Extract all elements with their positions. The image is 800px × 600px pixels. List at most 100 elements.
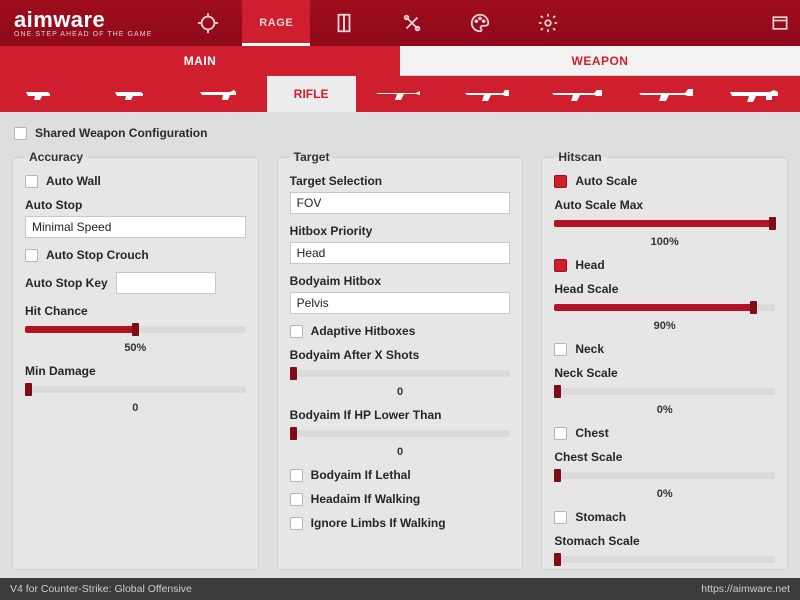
- autowall-checkbox[interactable]: [25, 175, 38, 188]
- hs-chest-row[interactable]: Chest: [554, 426, 775, 440]
- panel-target-legend: Target: [290, 150, 334, 164]
- footer-right[interactable]: https://aimware.net: [701, 583, 790, 595]
- shared-config-label: Shared Weapon Configuration: [35, 126, 207, 140]
- headaim-walking-label: Headaim If Walking: [311, 492, 421, 506]
- weapon-lmg[interactable]: [711, 76, 800, 112]
- autostop-select[interactable]: Minimal Speed: [25, 216, 246, 238]
- autoscale-label: Auto Scale: [575, 174, 637, 188]
- autowall-label: Auto Wall: [46, 174, 101, 188]
- hs-neck-row[interactable]: Neck: [554, 342, 775, 356]
- weapon-pistol[interactable]: [0, 76, 89, 112]
- headaim-walking-row[interactable]: Headaim If Walking: [290, 492, 511, 506]
- weapon-rifle[interactable]: RIFLE: [267, 76, 356, 112]
- smg-icon: [198, 86, 246, 102]
- nav-skins[interactable]: [446, 0, 514, 46]
- adaptive-hitboxes-row[interactable]: Adaptive Hitboxes: [290, 324, 511, 338]
- bodyaim-after-x-slider[interactable]: [290, 366, 511, 386]
- autostop-crouch-checkbox[interactable]: [25, 249, 38, 262]
- weapon-heavy-pistol[interactable]: [89, 76, 178, 112]
- mindmg-slider[interactable]: [25, 382, 246, 402]
- hs-chest-label: Chest: [575, 426, 608, 440]
- chest-scale-value: 0%: [554, 488, 775, 500]
- autoscale-max-label: Auto Scale Max: [554, 198, 775, 212]
- lmg-icon: [728, 86, 784, 102]
- weapon-smg[interactable]: [178, 76, 267, 112]
- titlebar: aimware ONE STEP AHEAD OF THE GAME RAGE: [0, 0, 800, 46]
- auto-sniper-icon: [550, 86, 606, 102]
- autowall-row[interactable]: Auto Wall: [25, 174, 246, 188]
- weapon-awp[interactable]: [622, 76, 711, 112]
- bodyaim-after-x-label: Bodyaim After X Shots: [290, 348, 511, 362]
- app-window: aimware ONE STEP AHEAD OF THE GAME RAGE: [0, 0, 800, 600]
- subtab-main[interactable]: MAIN: [0, 46, 400, 76]
- brand-tagline: ONE STEP AHEAD OF THE GAME: [14, 31, 152, 38]
- neck-scale-label: Neck Scale: [554, 366, 775, 380]
- panel-hitscan-legend: Hitscan: [554, 150, 605, 164]
- bodyaim-hp-lower-value: 0: [290, 446, 511, 458]
- nav-visuals[interactable]: [310, 0, 378, 46]
- ignore-limbs-checkbox[interactable]: [290, 517, 303, 530]
- bodyaim-lethal-label: Bodyaim If Lethal: [311, 468, 411, 482]
- autostop-crouch-row[interactable]: Auto Stop Crouch: [25, 248, 246, 262]
- panel-icon: [333, 12, 355, 34]
- columns: Accuracy Auto Wall Auto Stop Minimal Spe…: [12, 150, 788, 570]
- subtab-bar: MAIN WEAPON: [0, 46, 800, 76]
- hs-head-label: Head: [575, 258, 604, 272]
- panel-accuracy-legend: Accuracy: [25, 150, 87, 164]
- weapon-category-bar: RIFLE: [0, 76, 800, 112]
- autostop-label: Auto Stop: [25, 198, 246, 212]
- subtab-weapon[interactable]: WEAPON: [400, 46, 800, 76]
- hs-neck-label: Neck: [575, 342, 604, 356]
- hitbox-priority-select[interactable]: Head: [290, 242, 511, 264]
- neck-scale-value: 0%: [554, 404, 775, 416]
- awp-icon: [637, 86, 697, 102]
- hs-head-checkbox[interactable]: [554, 259, 567, 272]
- shotgun-icon: [374, 86, 426, 102]
- chest-scale-label: Chest Scale: [554, 450, 775, 464]
- bodyaim-lethal-row[interactable]: Bodyaim If Lethal: [290, 468, 511, 482]
- nav-misc[interactable]: [378, 0, 446, 46]
- hs-stomach-label: Stomach: [575, 510, 626, 524]
- ignore-limbs-row[interactable]: Ignore Limbs If Walking: [290, 516, 511, 530]
- hs-stomach-row[interactable]: Stomach: [554, 510, 775, 524]
- nav-settings[interactable]: [514, 0, 582, 46]
- pistol-icon: [24, 86, 64, 102]
- hs-stomach-checkbox[interactable]: [554, 511, 567, 524]
- nav-legit[interactable]: [174, 0, 242, 46]
- adaptive-hitboxes-label: Adaptive Hitboxes: [311, 324, 416, 338]
- adaptive-hitboxes-checkbox[interactable]: [290, 325, 303, 338]
- autoscale-checkbox[interactable]: [554, 175, 567, 188]
- neck-scale-slider[interactable]: [554, 384, 775, 404]
- chest-scale-slider[interactable]: [554, 468, 775, 488]
- bodyaim-lethal-checkbox[interactable]: [290, 469, 303, 482]
- footer: V4 for Counter-Strike: Global Offensive …: [0, 578, 800, 600]
- hs-head-row[interactable]: Head: [554, 258, 775, 272]
- autostop-key-input[interactable]: [116, 272, 216, 294]
- nav-rage[interactable]: RAGE: [242, 0, 310, 46]
- window-toggle-button[interactable]: [760, 13, 800, 33]
- shared-config-checkbox[interactable]: [14, 127, 27, 140]
- content-area: Shared Weapon Configuration Accuracy Aut…: [0, 112, 800, 578]
- ignore-limbs-label: Ignore Limbs If Walking: [311, 516, 446, 530]
- hitchance-slider[interactable]: [25, 322, 246, 342]
- target-selection-select[interactable]: FOV: [290, 192, 511, 214]
- weapon-scout[interactable]: [444, 76, 533, 112]
- stomach-scale-slider[interactable]: [554, 552, 775, 570]
- autoscale-max-slider[interactable]: [554, 216, 775, 236]
- bodyaim-hp-lower-slider[interactable]: [290, 426, 511, 446]
- window-icon: [770, 13, 790, 33]
- weapon-rifle-label: RIFLE: [294, 87, 329, 101]
- head-scale-slider[interactable]: [554, 300, 775, 320]
- headaim-walking-checkbox[interactable]: [290, 493, 303, 506]
- hs-neck-checkbox[interactable]: [554, 343, 567, 356]
- head-scale-value: 90%: [554, 320, 775, 332]
- heavy-pistol-icon: [113, 86, 153, 102]
- weapon-shotgun[interactable]: [356, 76, 445, 112]
- mindmg-value: 0: [25, 402, 246, 414]
- weapon-auto[interactable]: [533, 76, 622, 112]
- autoscale-row[interactable]: Auto Scale: [554, 174, 775, 188]
- hs-chest-checkbox[interactable]: [554, 427, 567, 440]
- shared-config-row[interactable]: Shared Weapon Configuration: [12, 122, 788, 150]
- panel-accuracy: Accuracy Auto Wall Auto Stop Minimal Spe…: [12, 150, 259, 570]
- bodyaim-hitbox-select[interactable]: Pelvis: [290, 292, 511, 314]
